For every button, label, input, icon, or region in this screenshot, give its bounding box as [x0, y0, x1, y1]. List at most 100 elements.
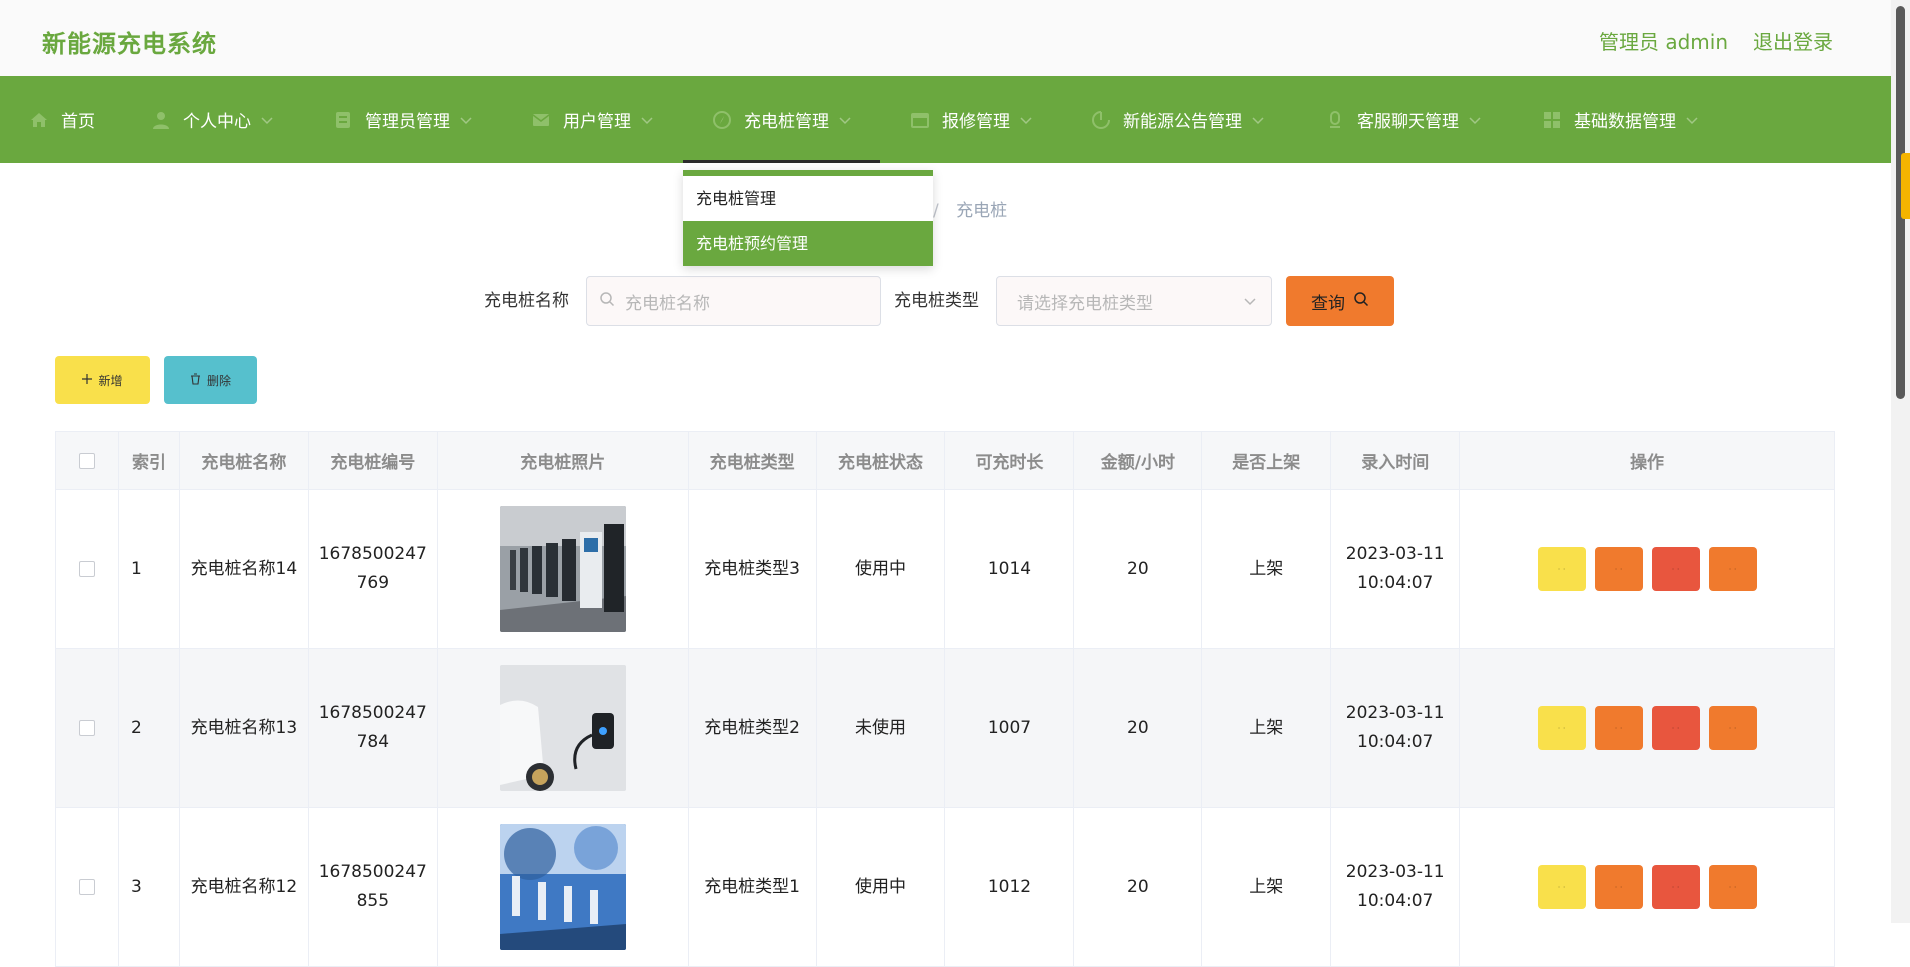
name-cell: 充电桩名称12: [180, 808, 309, 966]
time-text: 2023-03-11 10:04:07: [1345, 544, 1445, 593]
type-cell: 充电桩类型2: [689, 649, 817, 807]
column-header: 可充时长: [945, 432, 1075, 489]
row-checkbox[interactable]: [78, 561, 95, 577]
name-text: 充电桩名称14: [190, 558, 298, 579]
repair-icon: [910, 110, 930, 130]
booking-button[interactable]: · ·: [1708, 547, 1757, 591]
table-row: 3 充电桩名称12 1678500247855 充电桩类型1 使用中 1012: [56, 808, 1834, 967]
column-header: 是否上架: [1202, 432, 1332, 489]
logout-link[interactable]: 退出登录: [1753, 26, 1833, 55]
photo-cell: [438, 808, 689, 966]
type-select-placeholder: 请选择充电桩类型: [1017, 293, 1153, 314]
page-scrollbar[interactable]: [1891, 0, 1910, 923]
nav-item-repair-management[interactable]: 报修管理: [910, 76, 1032, 163]
user-icon: [151, 110, 171, 130]
edit-button[interactable]: · ·: [1594, 706, 1643, 750]
nav-item-basic-data-management[interactable]: 基础数据管理: [1542, 76, 1698, 163]
table-header: 索引 充电桩名称 充电桩编号 充电桩照片 充电桩类型 充电桩状态 可充时长 金额…: [56, 432, 1834, 490]
chevron-down-icon: [641, 110, 653, 130]
nav-item-user-management[interactable]: 用户管理: [531, 76, 653, 163]
code-cell: 1678500247784: [309, 649, 438, 807]
nav-item-charging-pile-management[interactable]: 充电桩管理: [712, 76, 851, 163]
trash-icon: [190, 372, 201, 388]
select-all-cell: [56, 432, 119, 489]
name-search-input[interactable]: 充电桩名称: [586, 276, 881, 326]
type-select[interactable]: 请选择充电桩类型: [996, 276, 1272, 326]
index-cell: 1: [119, 490, 180, 648]
nav-label: 客服聊天管理: [1357, 112, 1459, 132]
chat-icon: [1325, 110, 1345, 130]
price-cell: 20: [1074, 490, 1203, 648]
table-row: 2 充电桩名称13 1678500247784 充电桩类型2 未使用 1007 …: [56, 649, 1834, 808]
grid-icon: [1542, 110, 1562, 130]
select-all-checkbox[interactable]: [78, 452, 95, 469]
delete-row-button[interactable]: · ·: [1651, 865, 1700, 909]
index-cell: 2: [119, 649, 180, 807]
duration-cell: 1007: [945, 649, 1075, 807]
column-header: 充电桩名称: [180, 432, 309, 489]
home-icon: [29, 110, 49, 130]
type-cell: 充电桩类型1: [689, 808, 817, 966]
name-search-placeholder: 充电桩名称: [625, 293, 710, 314]
delete-row-button[interactable]: · ·: [1651, 547, 1700, 591]
app-title: 新能源充电系统: [42, 30, 217, 58]
breadcrumb: / 充电桩: [933, 196, 1007, 221]
chevron-down-icon: [839, 110, 851, 130]
column-header: 录入时间: [1331, 432, 1461, 489]
admin-user-label: 管理员 admin: [1599, 30, 1729, 54]
column-header: 金额/小时: [1074, 432, 1203, 489]
type-filter-label: 充电桩类型: [894, 291, 979, 311]
details-button[interactable]: · ·: [1537, 706, 1586, 750]
time-text: 2023-03-11 10:04:07: [1345, 703, 1445, 752]
column-header: 充电桩照片: [438, 432, 689, 489]
booking-button[interactable]: · ·: [1708, 706, 1757, 750]
submenu-item-charging-pile[interactable]: 充电桩管理: [683, 176, 933, 221]
type-cell: 充电桩类型3: [689, 490, 817, 648]
admin-icon: [333, 110, 353, 130]
add-button-label: 新增: [98, 373, 123, 388]
nav-label: 新能源公告管理: [1123, 112, 1242, 132]
edit-button[interactable]: · ·: [1594, 865, 1643, 909]
submenu-item-charging-pile-booking[interactable]: 充电桩预约管理: [683, 221, 933, 266]
nav-item-chat-management[interactable]: 客服聊天管理: [1325, 76, 1481, 163]
breadcrumb-separator: /: [933, 201, 939, 221]
delete-row-button[interactable]: · ·: [1651, 706, 1700, 750]
charging-pile-photo[interactable]: [499, 665, 626, 791]
nav-item-personal-center[interactable]: 个人中心: [151, 76, 273, 163]
charging-pile-photo[interactable]: [499, 824, 626, 950]
nav-label: 个人中心: [183, 112, 251, 132]
time-cell: 2023-03-11 10:04:07: [1331, 490, 1461, 648]
delete-button[interactable]: 删除: [164, 356, 257, 404]
edit-button[interactable]: · ·: [1594, 547, 1643, 591]
row-checkbox[interactable]: [78, 720, 95, 736]
details-button[interactable]: · ·: [1537, 865, 1586, 909]
column-header: 索引: [119, 432, 180, 489]
breadcrumb-current: 充电桩: [956, 201, 1008, 221]
chevron-down-icon: [1252, 110, 1264, 130]
mail-icon: [531, 110, 551, 130]
nav-item-admin-management[interactable]: 管理员管理: [333, 76, 472, 163]
chevron-down-icon: [1243, 294, 1257, 314]
price-cell: 20: [1074, 649, 1203, 807]
index-cell: 3: [119, 808, 180, 966]
name-text: 充电桩名称12: [190, 876, 298, 897]
booking-button[interactable]: · ·: [1708, 865, 1757, 909]
nav-item-home[interactable]: 首页: [29, 76, 95, 163]
row-checkbox[interactable]: [78, 879, 95, 895]
price-cell: 20: [1074, 808, 1203, 966]
state-cell: 使用中: [817, 808, 946, 966]
top-header: 新能源充电系统 管理员 admin 退出登录: [0, 0, 1891, 76]
charging-pile-photo[interactable]: [499, 506, 626, 632]
table-row: 1 充电桩名称14 1678500247769 充电桩类型3 使用中 1014 …: [56, 490, 1834, 649]
add-button[interactable]: 新增: [55, 356, 150, 404]
nav-item-notice-management[interactable]: 新能源公告管理: [1091, 76, 1264, 163]
row-select-cell: [56, 649, 119, 807]
shelf-cell: 上架: [1202, 490, 1332, 648]
charging-pile-table: 索引 充电桩名称 充电桩编号 充电桩照片 充电桩类型 充电桩状态 可充时长 金额…: [55, 431, 1835, 967]
chevron-down-icon: [1020, 110, 1032, 130]
code-text: 1678500247769: [318, 544, 427, 593]
photo-cell: [438, 490, 689, 648]
name-filter-label: 充电桩名称: [484, 291, 569, 311]
details-button[interactable]: · ·: [1537, 547, 1586, 591]
query-button[interactable]: 查询: [1286, 276, 1394, 326]
